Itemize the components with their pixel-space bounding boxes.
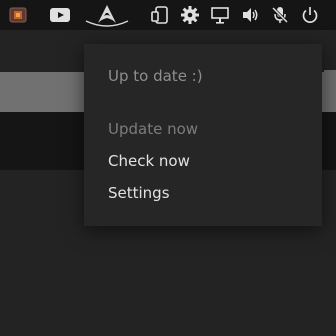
background-edge [324, 70, 336, 112]
package-icon[interactable] [6, 3, 30, 27]
mic-muted-icon[interactable] [268, 3, 292, 27]
volume-icon[interactable] [238, 3, 262, 27]
settings-item[interactable]: Settings [108, 184, 170, 202]
update-now-item: Update now [108, 120, 199, 138]
top-panel [0, 0, 336, 30]
phone-icon[interactable] [148, 3, 172, 27]
youtube-icon[interactable] [48, 3, 72, 27]
arch-update-icon[interactable] [84, 2, 130, 28]
update-menu: Up to date :) Update now Check now Setti… [84, 44, 322, 226]
power-icon[interactable] [298, 3, 322, 27]
check-now-item[interactable]: Check now [108, 152, 190, 170]
gear-icon[interactable] [178, 3, 202, 27]
display-icon[interactable] [208, 3, 232, 27]
update-status-label: Up to date :) [108, 67, 203, 85]
